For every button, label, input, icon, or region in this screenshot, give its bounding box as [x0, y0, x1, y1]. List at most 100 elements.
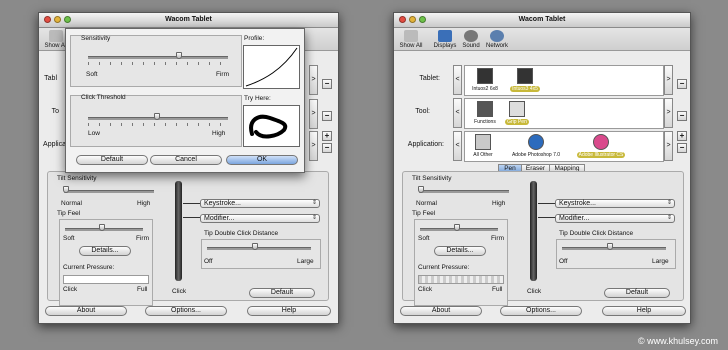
threshold-box [70, 95, 242, 147]
tablet-item-selected[interactable]: Intuos3 4x5 [509, 68, 541, 92]
app-scroll-left[interactable]: < [453, 131, 462, 161]
show-all-button[interactable]: Show All [396, 30, 426, 49]
close-button[interactable] [399, 16, 406, 23]
tool-label: Tool: [415, 108, 430, 115]
right-toolbar: Show All Displays Sound Network [394, 28, 690, 51]
double-click-title: Tip Double Click Distance [559, 230, 634, 237]
sensitivity-ticks [88, 62, 228, 65]
window-controls [399, 16, 426, 23]
tilt-min: Normal [416, 200, 437, 207]
tool-item[interactable]: Functions [469, 101, 501, 125]
tipfeel-max: Firm [136, 235, 149, 242]
application-label-partial: Applica [43, 141, 66, 148]
tablet-remove-button[interactable]: − [677, 79, 687, 89]
details-button[interactable]: Details... [79, 246, 131, 256]
app-item-label: Adobe Photoshop 7.0 [511, 152, 561, 158]
tilt-title: Tilt Sensitivity [57, 175, 97, 182]
default-button[interactable]: Default [249, 288, 315, 298]
displays-label: Displays [433, 43, 457, 49]
tablet-scroll-right[interactable]: > [309, 65, 318, 95]
pen-graphic [530, 181, 537, 281]
app-remove-button[interactable]: − [322, 143, 332, 153]
app-scroll-right[interactable]: > [309, 131, 318, 161]
minimize-button[interactable] [54, 16, 61, 23]
app-add-button[interactable]: + [322, 131, 332, 141]
options-button[interactable]: Options... [500, 306, 582, 316]
double-click-knob[interactable] [607, 243, 613, 250]
tablet-icon [517, 68, 533, 84]
app-item-label: Adobe Illustrator CS [576, 152, 626, 158]
pressure-title: Current Pressure: [418, 264, 470, 271]
help-button[interactable]: Help [247, 306, 331, 316]
double-click-track [562, 247, 666, 250]
tool-item-label: Grip Pen [505, 119, 529, 125]
tool-scroll-right[interactable]: > [309, 99, 318, 129]
minimize-button[interactable] [409, 16, 416, 23]
show-all-label: Show All [399, 43, 423, 49]
pen-icon [509, 101, 525, 117]
threshold-label: Click Threshold [81, 94, 126, 101]
modifier-popup-label: Modifier... [559, 215, 590, 222]
close-button[interactable] [44, 16, 51, 23]
sensitivity-box [70, 35, 242, 87]
zoom-button[interactable] [64, 16, 71, 23]
options-button[interactable]: Options... [145, 306, 227, 316]
zoom-button[interactable] [419, 16, 426, 23]
keystroke-popup[interactable]: Keystroke... ⇕ [200, 199, 320, 208]
app-item-selected[interactable]: Adobe Illustrator CS [571, 134, 631, 158]
about-button[interactable]: About [45, 306, 127, 316]
window-title: Wacom Tablet [165, 16, 212, 23]
tipfeel-knob[interactable] [454, 224, 460, 231]
pen-click-label: Click [527, 288, 542, 295]
double-click-knob[interactable] [252, 243, 258, 250]
details-button[interactable]: Details... [434, 246, 486, 256]
pressure-title: Current Pressure: [63, 264, 115, 271]
about-button[interactable]: About [400, 306, 482, 316]
modifier-popup[interactable]: Modifier... ⇕ [200, 214, 320, 223]
tool-scroll-left[interactable]: < [453, 98, 462, 128]
application-strip: All Other Adobe Photoshop 7.0 Adobe Illu… [464, 131, 664, 162]
tilt-knob[interactable] [418, 186, 424, 193]
tablet-scroll-right[interactable]: > [664, 65, 673, 95]
tablet-scroll-left[interactable]: < [453, 65, 462, 95]
tipfeel-title: Tip Feel [57, 210, 81, 217]
sensitivity-min: Soft [86, 71, 98, 78]
app-scroll-right[interactable]: > [664, 131, 673, 161]
pen-graphic [175, 181, 182, 281]
tool-scroll-right[interactable]: > [664, 98, 673, 128]
tablet-item[interactable]: Intuos2 6x8 [469, 68, 501, 92]
modifier-popup[interactable]: Modifier... ⇕ [555, 214, 675, 223]
app-item[interactable]: Adobe Photoshop 7.0 [507, 134, 565, 158]
sound-label: Sound [462, 43, 480, 49]
tipfeel-knob[interactable] [99, 224, 105, 231]
tablet-remove-button[interactable]: − [322, 79, 332, 89]
sheet-cancel-button[interactable]: Cancel [150, 155, 222, 165]
network-globe-icon [490, 30, 504, 42]
pen-line-modifier [538, 217, 556, 218]
network-button[interactable]: Network [482, 30, 512, 49]
tilt-max: High [492, 200, 506, 207]
sensitivity-knob[interactable] [176, 52, 182, 59]
tablet-label-partial: Tabl [44, 75, 57, 82]
default-button[interactable]: Default [604, 288, 670, 298]
scribble [249, 114, 288, 139]
try-here-area[interactable] [243, 105, 300, 147]
help-button[interactable]: Help [602, 306, 686, 316]
sheet-ok-button[interactable]: OK [226, 155, 298, 165]
double-click-max: Large [297, 258, 314, 265]
keystroke-popup[interactable]: Keystroke... ⇕ [555, 199, 675, 208]
tool-remove-button[interactable]: − [677, 111, 687, 121]
threshold-knob[interactable] [154, 113, 160, 120]
right-window: Wacom Tablet Show All Displays Sound Net… [393, 12, 691, 324]
tool-item-selected[interactable]: Grip Pen [501, 101, 533, 125]
tilt-knob[interactable] [63, 186, 69, 193]
app-remove-button[interactable]: − [677, 143, 687, 153]
keystroke-popup-label: Keystroke... [204, 200, 241, 207]
apple-icon [49, 30, 63, 42]
app-add-button[interactable]: + [677, 131, 687, 141]
sheet-default-button[interactable]: Default [76, 155, 148, 165]
tool-remove-button[interactable]: − [322, 111, 332, 121]
profile-curve [245, 47, 298, 87]
right-titlebar: Wacom Tablet [394, 13, 690, 28]
app-item[interactable]: All Other [467, 134, 499, 158]
